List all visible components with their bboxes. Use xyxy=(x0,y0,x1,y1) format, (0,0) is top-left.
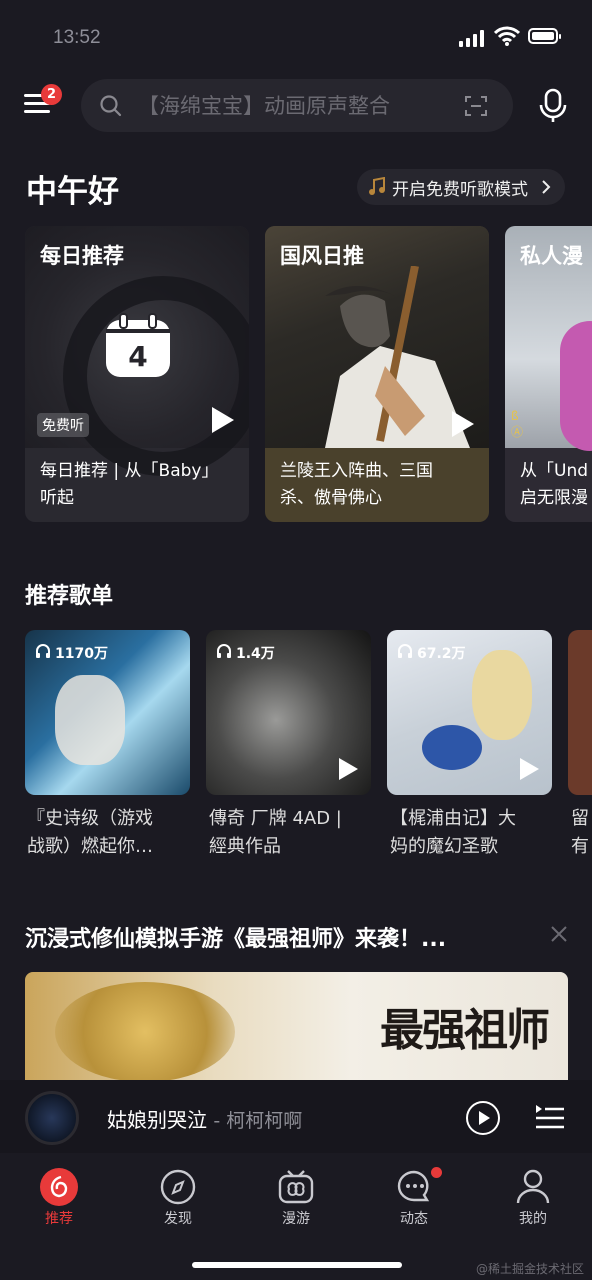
tab-roam[interactable]: 漫游 xyxy=(266,1163,326,1233)
playlist-queue-icon[interactable] xyxy=(535,1103,565,1131)
mic-icon[interactable] xyxy=(539,88,567,124)
play-icon[interactable] xyxy=(452,411,474,437)
playlist-cover[interactable] xyxy=(568,630,592,795)
close-icon[interactable] xyxy=(549,924,569,944)
card-caption-line2: 杀、傲骨佛心 xyxy=(280,488,382,508)
card-caption-line2: 听起 xyxy=(40,488,74,508)
daily-recommend-card[interactable]: 每日推荐 4 免费听 每日推荐 | 从「Baby」 听起 xyxy=(25,226,249,522)
playlist-name-line1: 傳奇 厂牌 4AD | xyxy=(209,808,342,829)
play-count: 67.2万 xyxy=(417,646,466,662)
play-count: 1170万 xyxy=(55,646,108,662)
free-tag: 免费听 xyxy=(37,413,89,437)
song-title: 姑娘别哭泣 xyxy=(107,1108,207,1132)
chat-icon xyxy=(397,1170,430,1202)
playlist-cover[interactable]: 1.4万 xyxy=(206,630,371,795)
card-caption-line2: 启无限漫 xyxy=(520,488,588,508)
card-caption-line1: 每日推荐 | 从「Baby」 xyxy=(40,461,219,481)
playlist-cover[interactable]: 1170万 xyxy=(25,630,190,795)
playlist-name-line2: 經典作品 xyxy=(209,836,281,857)
playlist-name-line2: 有 xyxy=(571,836,589,857)
play-count: 1.4万 xyxy=(236,646,275,662)
album-art[interactable] xyxy=(25,1091,79,1145)
guofeng-recommend-card[interactable]: 国风日推 兰陵王入阵曲、三国 杀、傲骨佛心 xyxy=(265,226,489,522)
signal-icon xyxy=(459,30,487,47)
search-placeholder: 【海绵宝宝】动画原声整合 xyxy=(138,94,390,118)
tab-label: 动态 xyxy=(400,1211,428,1227)
watermark: @稀土掘金技术社区 xyxy=(476,1262,585,1276)
card-title: 私人漫 xyxy=(520,244,583,268)
card-caption-line1: 从「Und xyxy=(520,461,589,481)
search-icon xyxy=(100,95,122,117)
tab-mine[interactable]: 我的 xyxy=(503,1163,563,1233)
playlist-name-line1: 留 xyxy=(571,808,589,829)
ad-title: 沉浸式修仙模拟手游《最强祖师》来袭！... xyxy=(25,927,447,952)
notification-dot xyxy=(431,1167,442,1178)
artist-name: - 柯柯柯啊 xyxy=(213,1110,303,1132)
tab-label: 漫游 xyxy=(282,1211,310,1227)
headphones-icon xyxy=(217,644,231,658)
playlist-name-line1: 【梶浦由记】大 xyxy=(390,808,516,829)
ad-banner[interactable]: 最强祖师 xyxy=(25,972,568,1080)
status-time: 13:52 xyxy=(53,27,101,48)
radio-icon xyxy=(278,1170,314,1204)
netease-icon xyxy=(40,1168,78,1206)
greeting: 中午好 xyxy=(26,174,119,210)
play-icon[interactable] xyxy=(339,758,358,780)
card-caption-line1: 兰陵王入阵曲、三国 xyxy=(280,461,433,481)
music-note-icon xyxy=(369,177,385,195)
logo-icon: ß Ⓐ xyxy=(511,409,524,439)
calendar-date: 4 xyxy=(128,340,148,373)
playlist-name-line1: 『史诗级（游戏 xyxy=(27,808,153,829)
scan-icon[interactable] xyxy=(464,94,488,118)
play-icon[interactable] xyxy=(212,407,234,433)
compass-icon xyxy=(160,1169,196,1205)
private-roam-card[interactable]: 私人漫 ß Ⓐ 从「Und 启无限漫 xyxy=(505,226,592,522)
card-title: 国风日推 xyxy=(280,244,364,268)
card-title: 每日推荐 xyxy=(40,244,124,268)
menu-badge: 2 xyxy=(41,84,62,105)
playlist-cover[interactable]: 67.2万 xyxy=(387,630,552,795)
playlist-name-line2: 妈的魔幻圣歌 xyxy=(390,836,498,857)
ad-banner-logo: 最强祖师 xyxy=(380,1005,550,1056)
tab-discover[interactable]: 发现 xyxy=(148,1163,208,1233)
tab-label: 推荐 xyxy=(45,1211,73,1227)
section-title: 推荐歌单 xyxy=(25,584,114,609)
headphones-icon xyxy=(398,644,412,658)
headphones-icon xyxy=(36,644,50,658)
tab-recommend[interactable]: 推荐 xyxy=(29,1163,89,1233)
tab-feed[interactable]: 动态 xyxy=(384,1163,444,1233)
battery-icon xyxy=(528,28,561,44)
chevron-right-icon xyxy=(542,180,551,194)
play-icon[interactable] xyxy=(520,758,539,780)
playlist-name-line2: 战歌）燃起你… xyxy=(27,836,153,857)
user-icon xyxy=(516,1169,550,1204)
tab-label: 发现 xyxy=(164,1211,192,1227)
wifi-icon xyxy=(494,26,520,46)
artwork-image xyxy=(325,266,470,448)
tab-label: 我的 xyxy=(519,1211,547,1227)
play-button-icon[interactable] xyxy=(465,1100,501,1136)
home-indicator xyxy=(192,1262,402,1268)
free-mode-label: 开启免费听歌模式 xyxy=(392,180,528,200)
